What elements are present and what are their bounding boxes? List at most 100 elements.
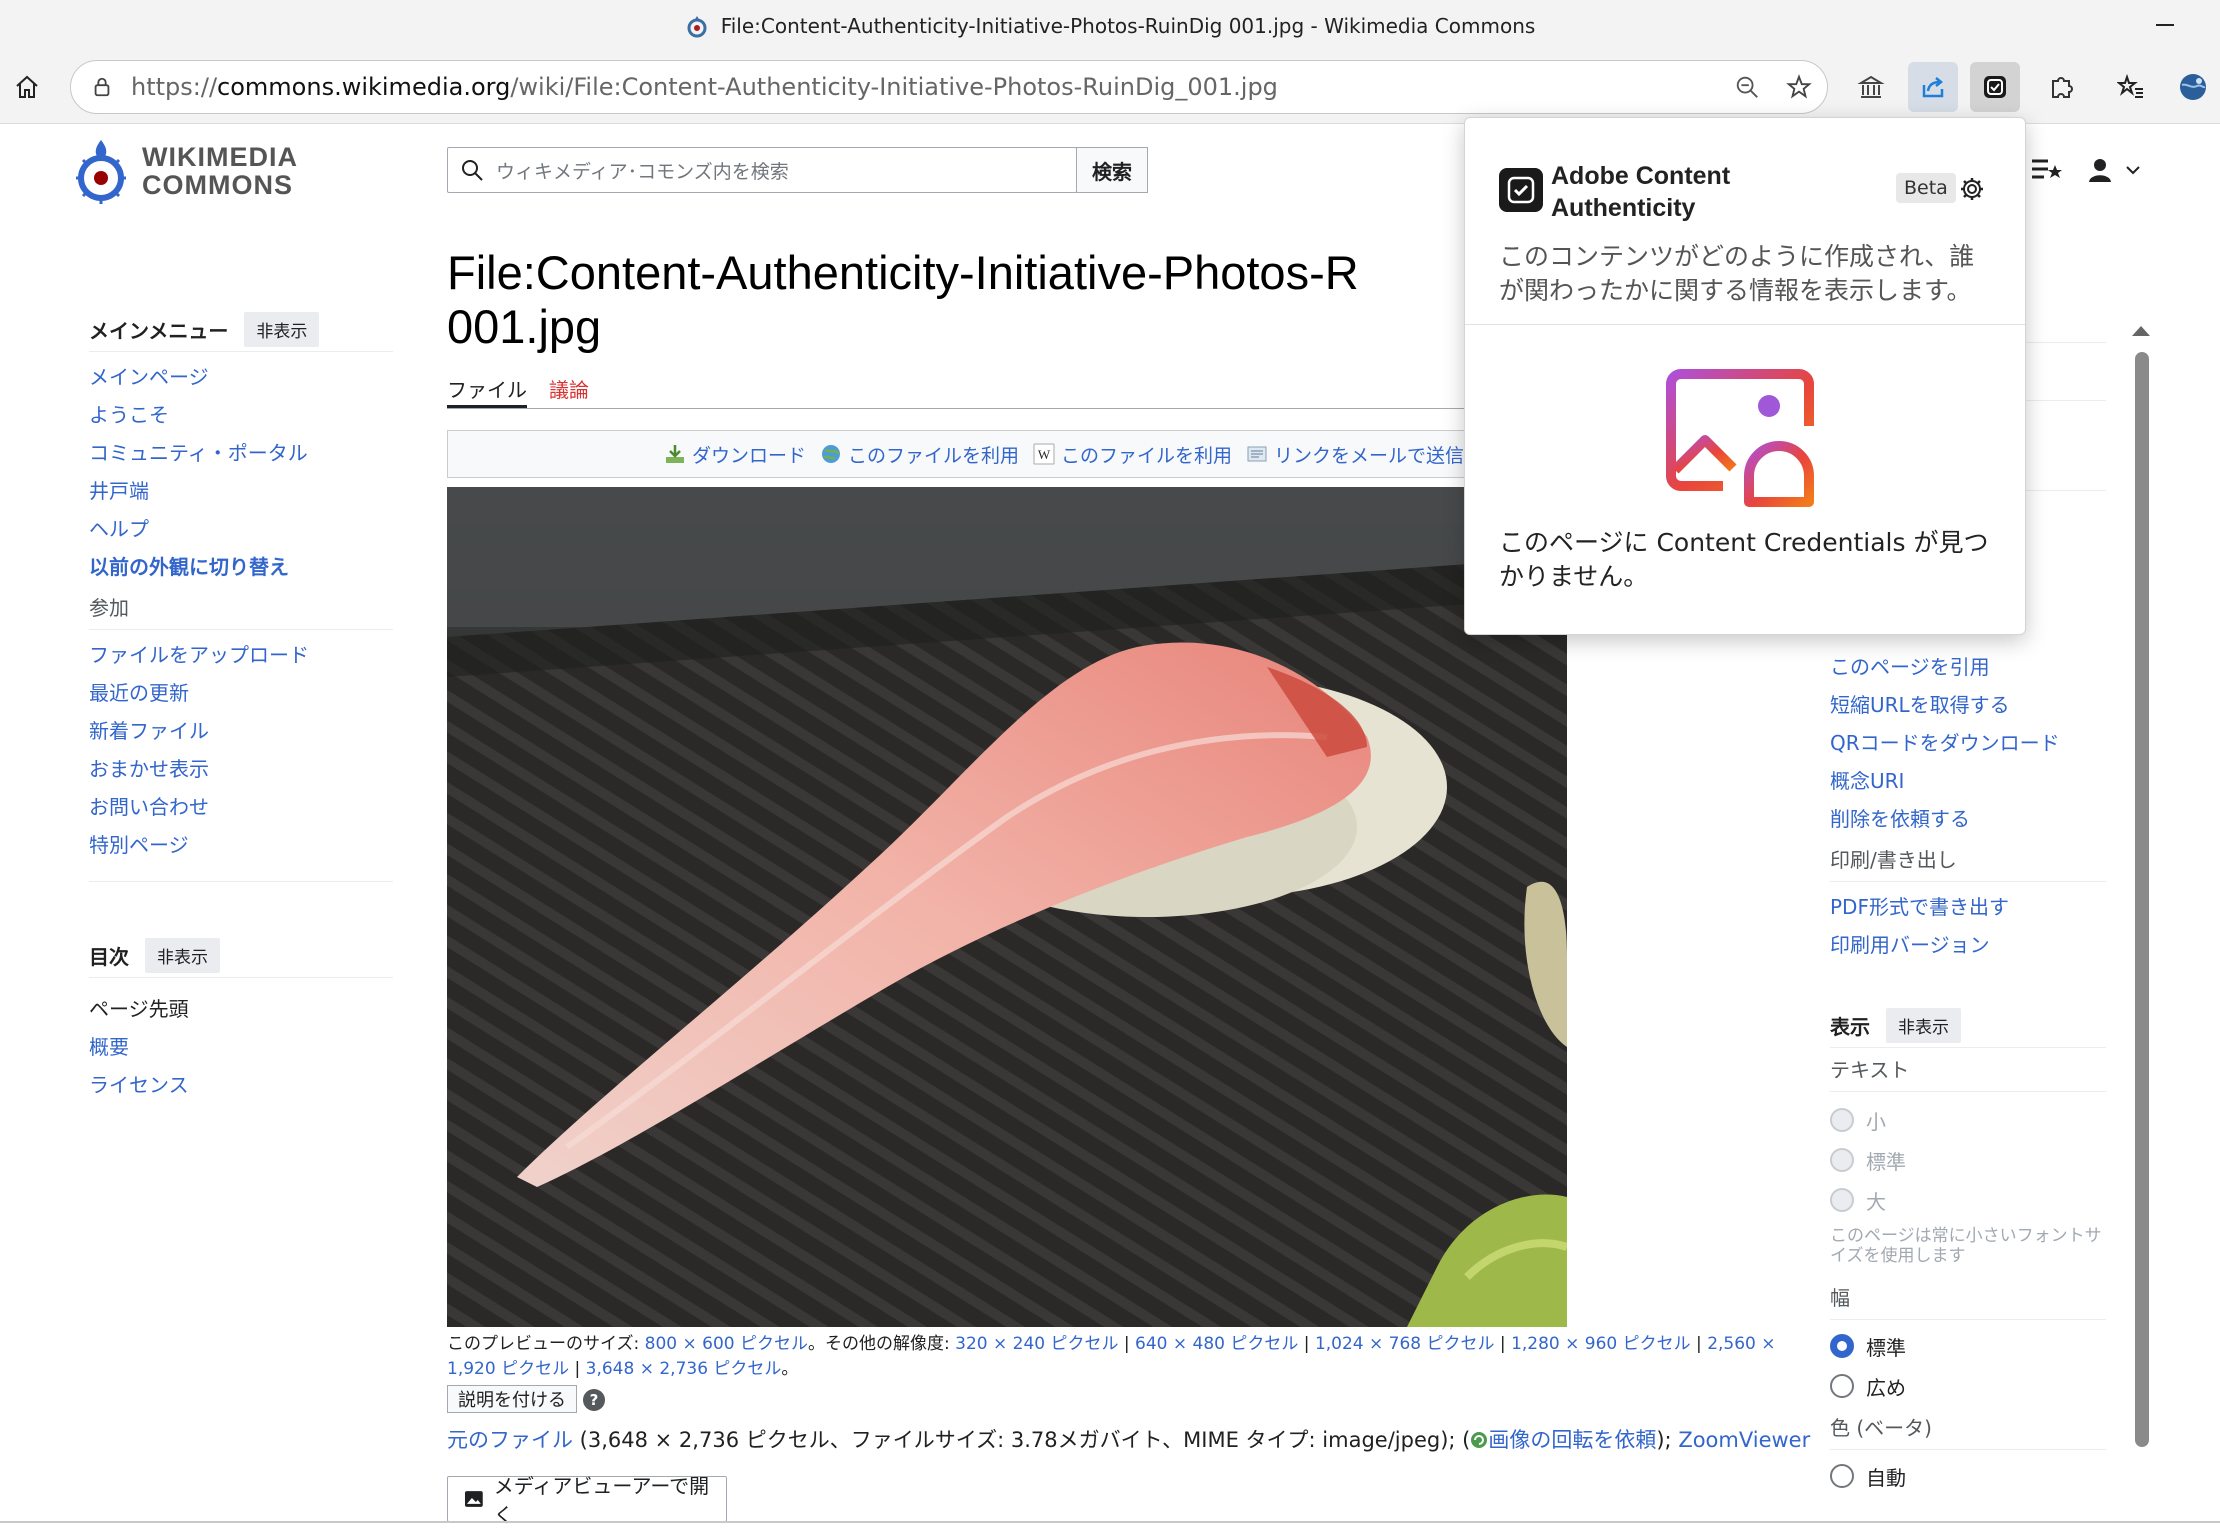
download-action[interactable]: ダウンロード [664, 441, 806, 468]
popup-header: Adobe Content Authenticity [1499, 160, 1791, 224]
tool-short-url[interactable]: 短縮URLを取得する [1830, 686, 2106, 724]
email-link-action[interactable]: リンクをメールで送信 [1246, 441, 1464, 468]
file-preview-image[interactable] [447, 487, 1567, 1327]
download-icon [666, 445, 684, 463]
commons-logo-icon [76, 140, 126, 204]
search-button[interactable]: 検索 [1076, 147, 1148, 193]
text-size-large-radio[interactable]: 大 [1830, 1180, 2106, 1220]
preview-size-link[interactable]: 800 × 600 ピクセル [645, 1334, 808, 1354]
appearance-title: 表示 [1830, 1015, 1870, 1039]
share-extension-button[interactable] [1908, 62, 1958, 112]
content-authenticity-popup: Adobe Content Authenticity Beta このコンテンツが… [1464, 117, 2026, 635]
museum-extension-button[interactable] [1846, 62, 1896, 112]
use-file-wiki-action[interactable]: W このファイルを利用 [1033, 441, 1232, 468]
url-text[interactable]: https://commons.wikimedia.org/wiki/File:… [131, 73, 1278, 101]
site-logo[interactable]: WIKIMEDIA COMMONS [74, 136, 298, 206]
toc-item-top[interactable]: ページ先頭 [89, 990, 393, 1028]
color-auto-radio[interactable]: 自動 [1830, 1456, 2106, 1496]
nav-main-page[interactable]: メインページ [89, 358, 393, 396]
nav-special-pages[interactable]: 特別ページ [89, 826, 393, 864]
tool-download-pdf[interactable]: PDF形式で書き出す [1830, 888, 2106, 926]
res-link-1280[interactable]: 1,280 × 960 ピクセル [1511, 1334, 1691, 1354]
museum-icon [1857, 75, 1885, 98]
open-media-viewer-button[interactable]: メディアビューアーで開く [447, 1474, 727, 1527]
original-file-link[interactable]: 元のファイル [447, 1428, 573, 1452]
main-menu-title: メインメニュー [89, 319, 229, 343]
profile-avatar-button[interactable] [2168, 62, 2218, 112]
popup-description: このコンテンツがどのように作成され、誰が関わったかに関する情報を表示します。 [1499, 242, 1975, 305]
home-button[interactable] [2, 62, 52, 112]
no-credentials-image-icon [1666, 369, 1814, 507]
browser-toolbar: https://commons.wikimedia.org/wiki/File:… [0, 52, 2220, 124]
nav-help[interactable]: ヘルプ [89, 510, 393, 548]
res-link-3648[interactable]: 3,648 × 2,736 ピクセル [586, 1359, 782, 1379]
search-placeholder: ウィキメディア･コモンズ内を検索 [496, 160, 789, 183]
zoom-out-icon[interactable] [1731, 71, 1763, 103]
text-size-note: このページは常に小さいフォントサイズを使用します [1830, 1226, 2102, 1266]
email-icon [1247, 446, 1267, 462]
res-link-1024[interactable]: 1,024 × 768 ピクセル [1315, 1334, 1495, 1354]
nav-community-portal[interactable]: コミュニティ・ポータル [89, 434, 393, 472]
favorite-star-icon[interactable] [1783, 71, 1815, 103]
width-standard-radio[interactable]: 標準 [1830, 1326, 2106, 1366]
nav-switch-legacy-skin[interactable]: 以前の外観に切り替え [89, 548, 393, 586]
nav-new-files[interactable]: 新着ファイル [89, 712, 393, 750]
page-title: File:Content-Authenticity-Initiative-Pho… [447, 246, 1359, 353]
content-authenticity-extension-button[interactable] [1970, 62, 2020, 112]
nav-contact[interactable]: お問い合わせ [89, 788, 393, 826]
site-info-icon[interactable] [87, 72, 117, 102]
tab-divider [447, 408, 1467, 409]
user-icon [2089, 159, 2111, 182]
user-menu-button[interactable] [2086, 150, 2142, 190]
tab-talk[interactable]: 議論 [549, 368, 589, 408]
main-menu-hide-button[interactable]: 非表示 [244, 312, 320, 347]
extensions-button[interactable] [2036, 62, 2086, 112]
address-bar[interactable]: https://commons.wikimedia.org/wiki/File:… [70, 60, 1828, 114]
main-menu: メインメニュー 非表示 メインページ ようこそ コミュニティ・ポータル 井戸端 … [89, 308, 393, 882]
content-authenticity-logo-icon [1499, 168, 1543, 212]
toc-hide-button[interactable]: 非表示 [145, 938, 220, 973]
watchlist-icon[interactable] [2030, 150, 2064, 190]
nav-random[interactable]: おまかせ表示 [89, 750, 393, 788]
settings-gear-icon[interactable] [1959, 176, 1985, 202]
tab-file[interactable]: ファイル [447, 368, 527, 408]
toc-item-license[interactable]: ライセンス [89, 1066, 393, 1104]
text-size-small-radio[interactable]: 小 [1830, 1100, 2106, 1140]
minimize-button[interactable] [2156, 24, 2174, 26]
toc-header: 目次 非表示 [89, 934, 393, 978]
scroll-up-arrow[interactable] [2132, 326, 2150, 336]
res-link-640[interactable]: 640 × 480 ピクセル [1135, 1334, 1298, 1354]
width-wide-radio[interactable]: 広め [1830, 1366, 2106, 1406]
appearance-header: 表示 非表示 [1830, 1004, 2106, 1048]
width-label: 幅 [1830, 1276, 2106, 1320]
resolution-caption: このプレビューのサイズ: 800 × 600 ピクセル。その他の解像度: 320… [447, 1334, 1776, 1379]
appearance-hide-button[interactable]: 非表示 [1886, 1008, 1961, 1043]
tool-qr-code[interactable]: QRコードをダウンロード [1830, 724, 2106, 762]
search-icon [462, 160, 483, 181]
page-scrollbar[interactable] [2135, 352, 2149, 1447]
zoomviewer-link[interactable]: ZoomViewer [1678, 1428, 1810, 1452]
home-icon [16, 75, 38, 98]
original-file-line: 元のファイル (3,648 × 2,736 ピクセル、ファイルサイズ: 3.78… [447, 1428, 1811, 1452]
tool-printable-version[interactable]: 印刷用バージョン [1830, 926, 2106, 964]
tool-concept-uri[interactable]: 概念URI [1830, 762, 2106, 800]
toc-item-summary[interactable]: 概要 [89, 1028, 393, 1066]
file-action-bar: ダウンロード このファイルを利用 W このファイルを利用 リンクをメールで送信 [447, 430, 1467, 478]
use-file-action[interactable]: このファイルを利用 [820, 441, 1019, 468]
beta-badge: Beta [1896, 173, 1956, 203]
tool-request-deletion[interactable]: 削除を依頼する [1830, 800, 2106, 838]
nav-welcome[interactable]: ようこそ [89, 396, 393, 434]
nav-upload-file[interactable]: ファイルをアップロード [89, 636, 393, 674]
tool-cite-page[interactable]: このページを引用 [1830, 648, 2106, 686]
help-icon[interactable]: ? [583, 1389, 605, 1411]
nav-recent-changes[interactable]: 最近の更新 [89, 674, 393, 712]
res-link-320[interactable]: 320 × 240 ピクセル [955, 1334, 1118, 1354]
search-input[interactable]: ウィキメディア･コモンズ内を検索 [447, 147, 1077, 193]
chevron-down-icon [2126, 166, 2140, 175]
request-rotation-link[interactable]: 画像の回転を依頼 [1488, 1428, 1656, 1452]
nav-village-pump[interactable]: 井戸端 [89, 472, 393, 510]
favorites-button[interactable] [2106, 62, 2156, 112]
add-description-button[interactable]: 説明を付ける [447, 1385, 577, 1413]
text-size-standard-radio[interactable]: 標準 [1830, 1140, 2106, 1180]
table-of-contents: 目次 非表示 ページ先頭 概要 ライセンス [89, 934, 393, 1104]
